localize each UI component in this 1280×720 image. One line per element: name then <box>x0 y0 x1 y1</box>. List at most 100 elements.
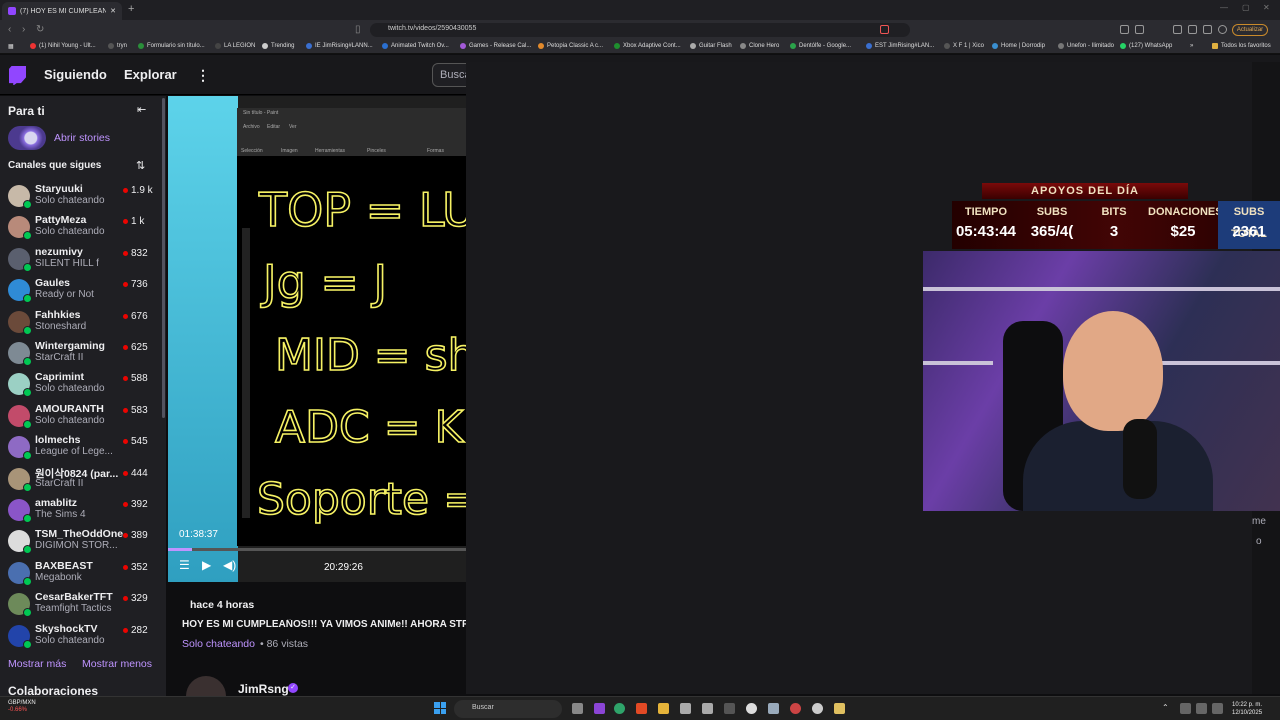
twitch-logo-icon[interactable] <box>9 66 26 85</box>
followed-channel-item[interactable]: 원이삭0824 (par... StarCraft II 444 <box>8 465 158 495</box>
category-link[interactable]: Solo chateando <box>182 638 255 650</box>
bookmark[interactable]: Dentólfe - Google... <box>790 43 851 49</box>
followed-channel-item[interactable]: TSM_TheOddOne DIGIMON STOR... 389 <box>8 527 158 557</box>
followed-channel-item[interactable]: nezumivy SILENT HILL f 832 <box>8 245 158 275</box>
nav-following[interactable]: Siguiendo <box>44 67 107 82</box>
followed-channel-item[interactable]: PattyMeza Solo chateando 1 k <box>8 213 158 243</box>
bookmark[interactable]: (127) WhatsApp <box>1120 43 1172 49</box>
bookmark[interactable]: Guitar Flash <box>690 43 732 49</box>
bookmark-page-icon[interactable]: ▯ <box>355 24 361 35</box>
bookmark[interactable]: Unefon - Ilimitado <box>1058 43 1114 49</box>
bookmark[interactable]: Clone Hero <box>740 43 779 49</box>
volume-tray-icon[interactable] <box>1196 703 1207 714</box>
obs-icon[interactable] <box>746 703 757 714</box>
seek-bar[interactable] <box>168 548 466 551</box>
start-menu-icon[interactable] <box>434 702 446 714</box>
show-less-link[interactable]: Mostrar menos <box>82 658 152 670</box>
channel-name[interactable]: JimRsng <box>238 682 289 696</box>
settings-icon[interactable] <box>768 703 779 714</box>
viewer-count: 545 <box>123 436 148 447</box>
brave-shield-icon[interactable] <box>880 25 889 34</box>
close-window-icon[interactable]: ✕ <box>1263 3 1270 12</box>
followed-channel-item[interactable]: AMOURANTH Solo chateando 583 <box>8 402 158 432</box>
sort-icon[interactable]: ⇅ <box>136 159 145 172</box>
wallet-icon[interactable] <box>1203 25 1212 34</box>
system-clock[interactable]: 10:22 p. m. 12/10/2025 <box>1232 701 1262 717</box>
app-icon[interactable] <box>812 703 823 714</box>
sidebar-scrollbar[interactable] <box>161 96 166 686</box>
minimize-icon[interactable]: — <box>1220 3 1228 12</box>
battery-icon[interactable] <box>1212 703 1223 714</box>
bookmark[interactable]: Petopia Classic A c... <box>538 43 603 49</box>
sidebar-toggle-icon[interactable] <box>1173 25 1182 34</box>
followed-channel-item[interactable]: Fahhkies Stoneshard 676 <box>8 308 158 338</box>
followed-channel-item[interactable]: Caprimint Solo chateando 588 <box>8 370 158 400</box>
followed-channel-item[interactable]: Wintergaming StarCraft II 625 <box>8 339 158 369</box>
viewer-count: 736 <box>123 279 148 290</box>
bookmark[interactable]: EST JimRising#LAN... <box>866 43 934 49</box>
bookmark[interactable]: IE JimRising#LANN... <box>306 43 373 49</box>
close-tab-icon[interactable]: ✕ <box>110 7 116 15</box>
taskbar-search[interactable]: Buscar <box>454 700 562 718</box>
followed-channel-item[interactable]: BAXBEAST Megabonk 352 <box>8 559 158 589</box>
bookmark[interactable]: LA LEGION <box>215 43 255 49</box>
app-icon[interactable] <box>834 703 845 714</box>
bookmark[interactable]: Xbox Adaptive Cont... <box>614 43 681 49</box>
nav-explore[interactable]: Explorar <box>124 67 177 82</box>
all-bookmarks-folder[interactable]: Todos los favoritos <box>1212 43 1271 49</box>
live-indicator-icon <box>123 376 128 382</box>
edge-icon[interactable] <box>614 703 625 714</box>
channel-game: StarCraft II <box>35 352 84 363</box>
downloads-icon[interactable] <box>1188 25 1197 34</box>
bookmark[interactable]: X F 1 | Xico <box>944 43 984 49</box>
maximize-icon[interactable]: ▢ <box>1242 3 1250 12</box>
browser-tab[interactable]: (7) HOY ES MI CUMPLEAÑOS!! ✕ <box>2 2 122 20</box>
more-menu-icon[interactable]: ⋮ <box>196 67 210 84</box>
bookmark[interactable]: Games - Release Cal... <box>460 43 531 49</box>
tray-overflow-icon[interactable]: ⌃ <box>1162 703 1170 714</box>
live-indicator-icon <box>123 219 128 225</box>
market-widget[interactable]: GBP/MXN -0.66% <box>8 700 36 714</box>
followed-channel-item[interactable]: amablitz The Sims 4 392 <box>8 496 158 526</box>
bookmark[interactable]: Trending <box>262 43 294 49</box>
bookmark[interactable]: Home | Dorrodip <box>992 43 1045 49</box>
more-bookmarks-icon[interactable]: » <box>1190 43 1193 49</box>
network-icon[interactable] <box>1180 703 1191 714</box>
bookmark[interactable]: Animated Twitch Ov... <box>382 43 449 49</box>
reload-icon[interactable]: ↻ <box>36 24 44 35</box>
volume-icon[interactable]: ◀) <box>223 558 236 572</box>
brave-icon[interactable] <box>636 703 647 714</box>
back-icon[interactable]: ‹ <box>8 24 11 35</box>
app-icon[interactable] <box>702 703 713 714</box>
tab-search-icon[interactable] <box>1135 25 1144 34</box>
new-tab-icon[interactable]: + <box>128 3 134 15</box>
app-icon[interactable] <box>724 703 735 714</box>
vpn-icon[interactable] <box>1218 25 1227 34</box>
text-fragment: me <box>1252 516 1266 527</box>
chapters-icon[interactable]: ☰ <box>179 558 190 572</box>
extensions-icon[interactable] <box>1120 25 1129 34</box>
apps-icon[interactable]: ▦ <box>8 43 14 50</box>
url-field[interactable]: twitch.tv/videos/2590430055 <box>370 23 910 37</box>
viewer-count: 832 <box>123 248 148 259</box>
followed-channel-item[interactable]: Staryuuki Solo chateando 1.9 k <box>8 182 158 212</box>
followed-channel-item[interactable]: CesarBakerTFT Teamfight Tactics 329 <box>8 590 158 620</box>
followed-channel-item[interactable]: SkyshockTV Solo chateando 282 <box>8 622 158 652</box>
followed-channel-item[interactable]: lolmechs League of Lege... 545 <box>8 433 158 463</box>
show-more-link[interactable]: Mostrar más <box>8 658 66 670</box>
play-icon[interactable]: ▶ <box>202 558 211 572</box>
bookmark[interactable]: (1) Nihil Young - Ult... <box>30 43 96 49</box>
open-stories[interactable]: Abrir stories <box>8 126 110 150</box>
app-icon[interactable] <box>594 703 605 714</box>
video-player[interactable]: Sin título - Paint Archivo Editar Ver Se… <box>168 96 466 582</box>
task-view-icon[interactable] <box>572 703 583 714</box>
bookmark[interactable]: Formulario sin título... <box>138 43 205 49</box>
app-icon[interactable] <box>680 703 691 714</box>
file-explorer-icon[interactable] <box>658 703 669 714</box>
followed-channel-item[interactable]: Gaules Ready or Not 736 <box>8 276 158 306</box>
bookmark[interactable]: tryn <box>108 43 127 49</box>
update-browser-button[interactable]: Actualizar <box>1232 24 1268 36</box>
forward-icon[interactable]: › <box>22 24 25 35</box>
collapse-sidebar-icon[interactable]: ⇤ <box>137 103 146 116</box>
app-icon[interactable] <box>790 703 801 714</box>
